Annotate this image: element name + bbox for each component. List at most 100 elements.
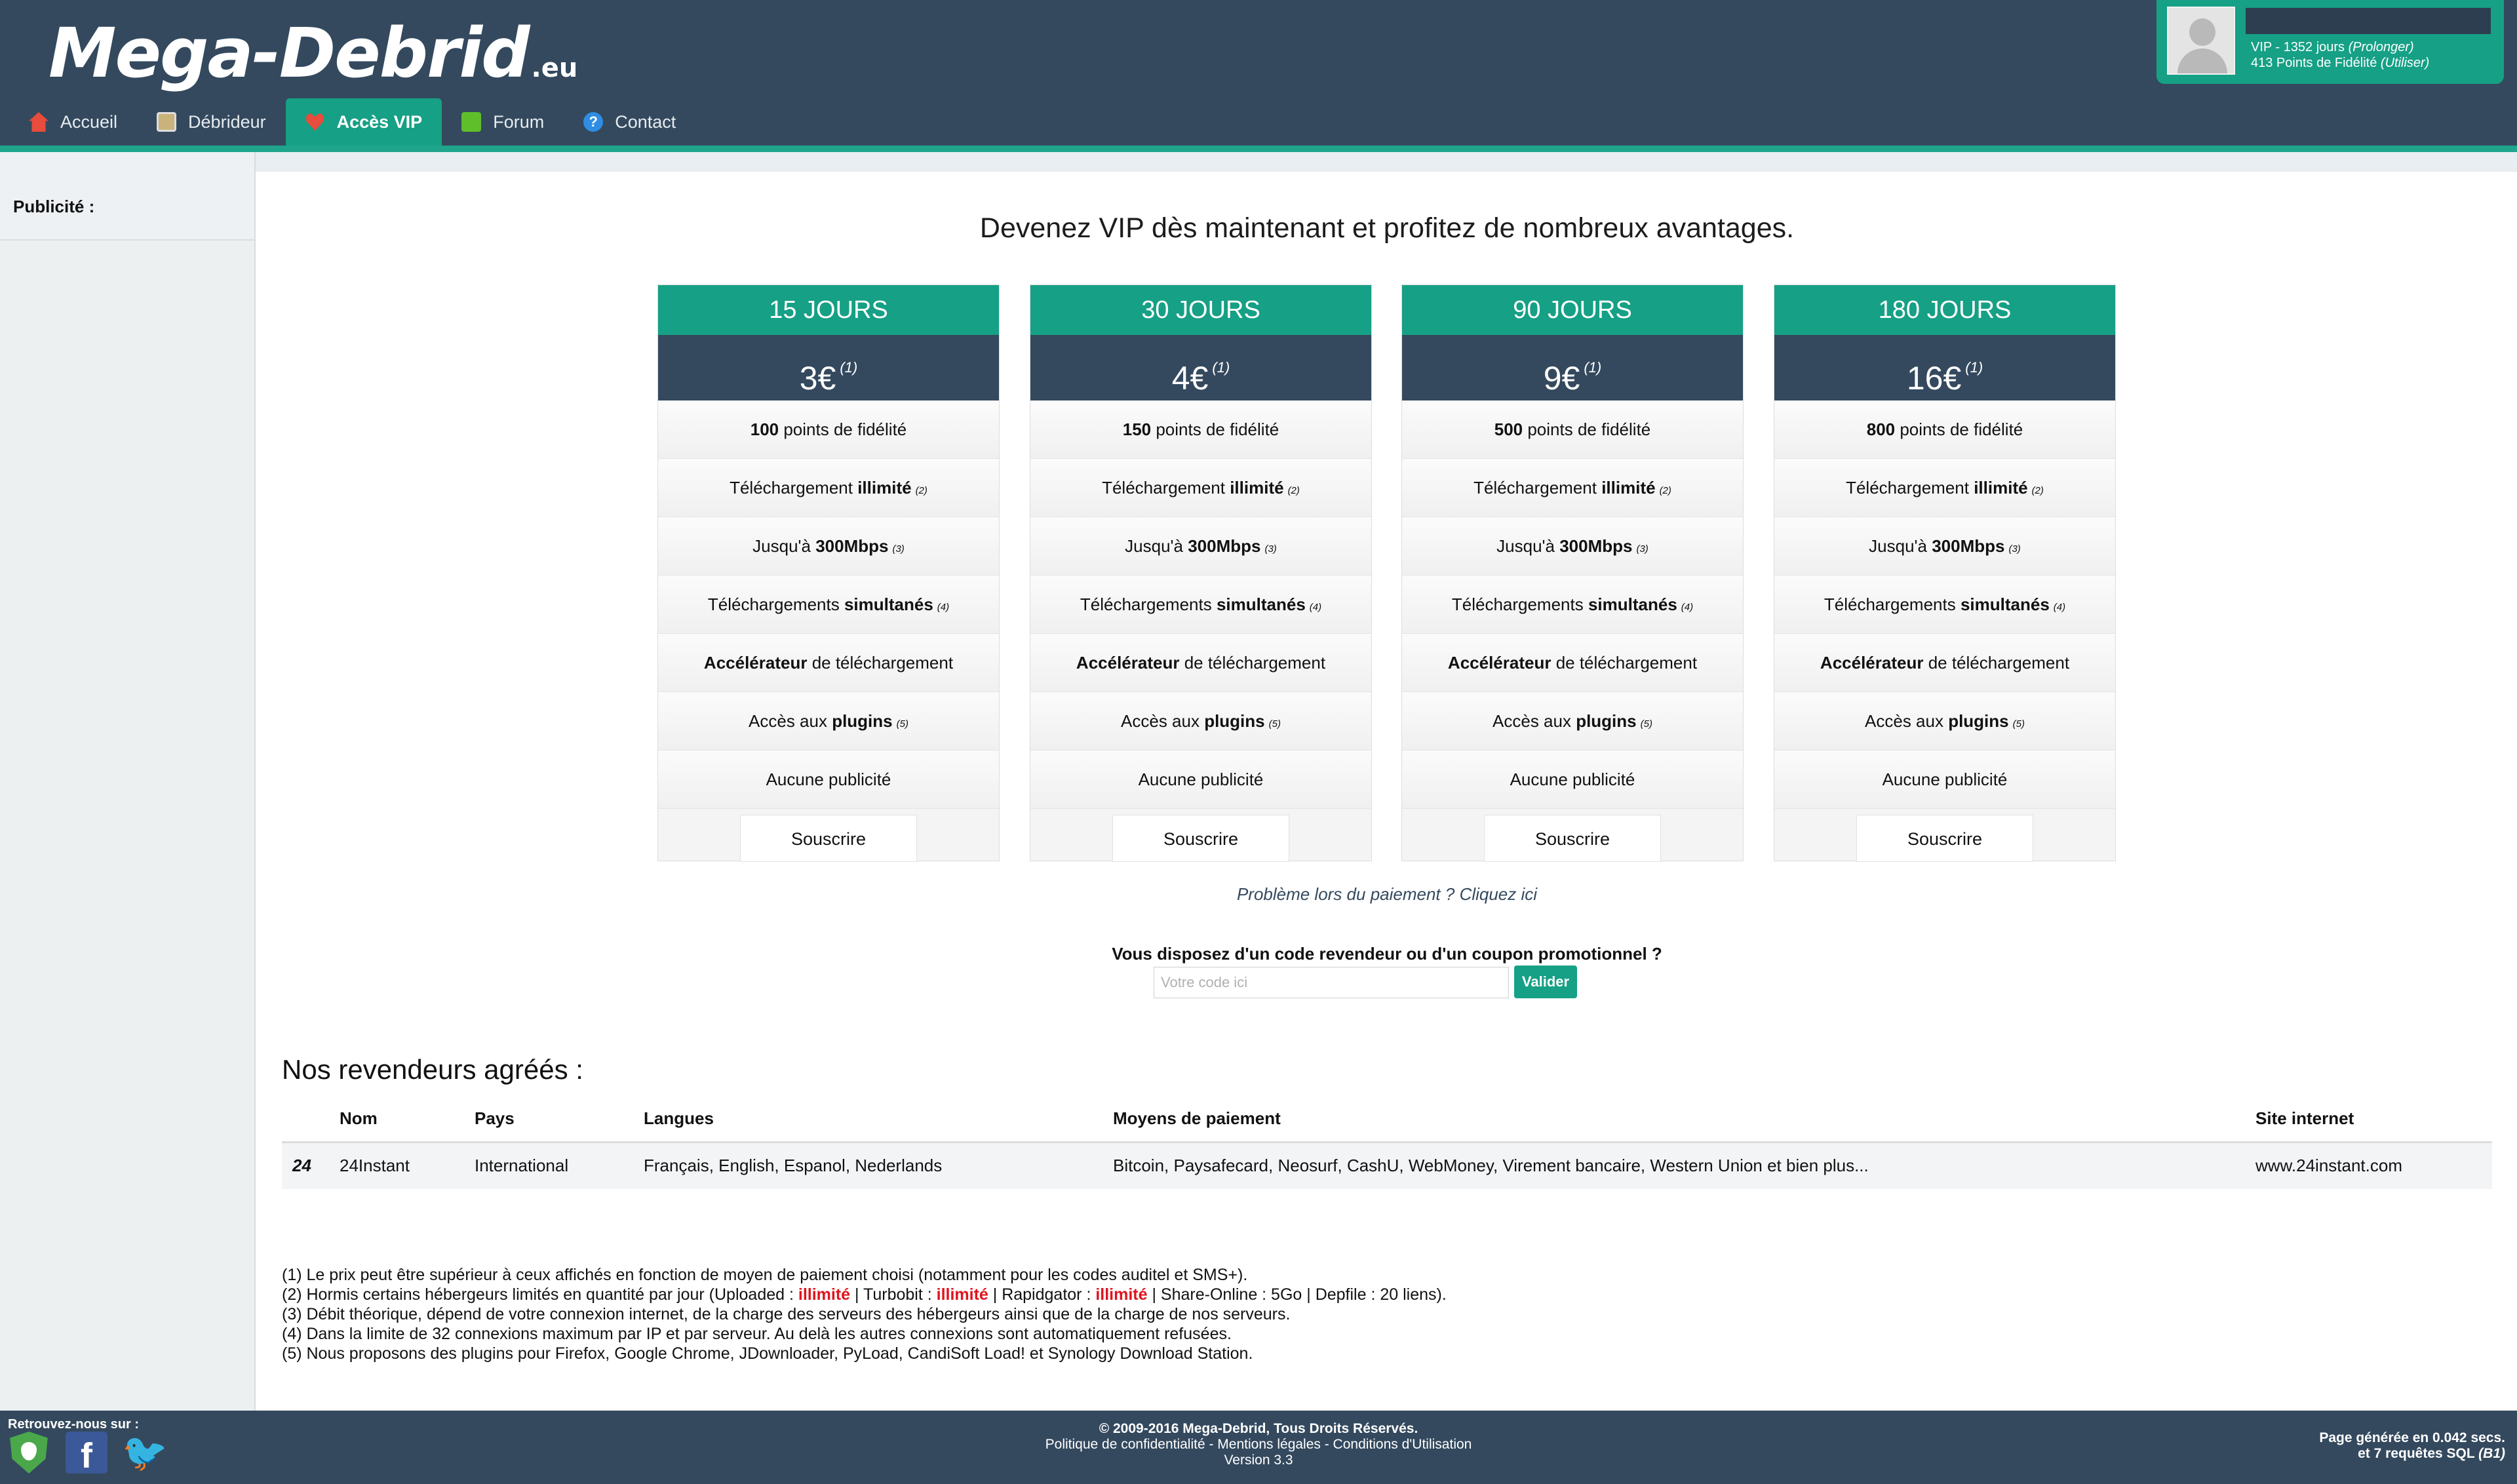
plan-card-180-days: 180 JOURS 16€ (1) 800 points de fidélité … xyxy=(1774,284,2116,862)
price-value: 16€ xyxy=(1906,360,1962,397)
points-value: 800 xyxy=(1866,420,1896,439)
footnote-text: | Turbobit : xyxy=(850,1285,937,1304)
feature-speed: Jusqu'à 300Mbps (3) xyxy=(1030,517,1371,576)
feature-bold: illimité xyxy=(1601,478,1656,498)
points-value: 150 xyxy=(1122,420,1152,439)
vip-status-line: VIP - 1352 jours (Prolonger) xyxy=(2251,39,2429,55)
subscribe-wrap: Souscrire xyxy=(1402,809,1743,868)
footnote-5: (5) Nous proposons des plugins pour Fire… xyxy=(282,1344,1253,1363)
plan-price: 4€ (1) xyxy=(1030,335,1371,400)
footnote-3: (3) Débit théorique, dépend de votre con… xyxy=(282,1305,1291,1323)
feature-points: 800 points de fidélité xyxy=(1774,400,2115,459)
subscribe-button-90[interactable]: Souscrire xyxy=(1484,815,1661,862)
main-nav: Accueil Débrideur Accès VIP Forum ? Cont… xyxy=(9,98,695,146)
feature-download: Téléchargement illimité (2) xyxy=(1774,459,2115,517)
subscribe-wrap: Souscrire xyxy=(1774,809,2115,868)
feature-points: 100 points de fidélité xyxy=(658,400,999,459)
prolonger-link[interactable]: (Prolonger) xyxy=(2349,40,2414,54)
content-top-strip xyxy=(256,152,2517,172)
main-content: Devenez VIP dès maintenant et profitez d… xyxy=(257,172,2517,1411)
feature-text: Jusqu'à xyxy=(1496,536,1560,556)
feature-text: Téléchargements xyxy=(1824,595,1961,614)
price-note: (1) xyxy=(1584,359,1602,376)
coupon-code-input[interactable] xyxy=(1154,967,1509,998)
copyright-text: © 2009-2016 Mega-Debrid, Tous Droits Rés… xyxy=(1099,1421,1418,1436)
price-note: (1) xyxy=(1212,359,1230,376)
nav-accueil[interactable]: Accueil xyxy=(9,98,137,146)
feature-accelerator: Accélérateur de téléchargement xyxy=(1774,634,2115,692)
resellers-table: Nom Pays Langues Moyens de paiement Site… xyxy=(282,1096,2492,1189)
logo-text: Mega-Debrid xyxy=(49,13,530,93)
points-count: 413 Points de Fidélité xyxy=(2251,56,2381,70)
site-logo[interactable]: Mega-Debrid .eu xyxy=(49,13,578,93)
subscribe-wrap: Souscrire xyxy=(658,809,999,868)
nav-forum[interactable]: Forum xyxy=(442,98,564,146)
resellers-title: Nos revendeurs agréés : xyxy=(282,1054,583,1085)
footer: Retrouvez-nous sur : f 🐦 © 2009-2016 Meg… xyxy=(0,1411,2517,1484)
feature-note: (2) xyxy=(1287,485,1300,496)
user-status: VIP - 1352 jours (Prolonger) 413 Points … xyxy=(2251,39,2429,71)
utiliser-link[interactable]: (Utiliser) xyxy=(2381,56,2429,70)
points-suffix: points de fidélité xyxy=(1523,420,1651,439)
validate-coupon-button[interactable]: Valider xyxy=(1514,966,1577,998)
feature-note: (4) xyxy=(1309,602,1322,613)
plan-card-15-days: 15 JOURS 3€ (1) 100 points de fidélité Té… xyxy=(657,284,1000,862)
feature-note: (3) xyxy=(2008,543,2021,555)
price-note: (1) xyxy=(1965,359,1983,376)
reseller-name: 24Instant xyxy=(340,1142,475,1189)
subscribe-button-180[interactable]: Souscrire xyxy=(1856,815,2033,862)
logo-tld: .eu xyxy=(531,53,578,83)
feature-accelerator: Accélérateur de téléchargement xyxy=(658,634,999,692)
subscribe-button-15[interactable]: Souscrire xyxy=(740,815,917,862)
footnote-text: | Share-Online : 5Go | Depfile : 20 lien… xyxy=(1147,1285,1447,1304)
avatar[interactable] xyxy=(2167,7,2235,75)
feature-text: Téléchargements xyxy=(707,595,844,614)
gen-queries: et 7 requêtes SQL (B1) xyxy=(2319,1446,2505,1462)
plan-price: 3€ (1) xyxy=(658,335,999,400)
nav-acces-vip[interactable]: Accès VIP xyxy=(285,98,442,146)
points-value: 500 xyxy=(1494,420,1523,439)
gen-queries-code: (B1) xyxy=(2478,1446,2505,1461)
feature-bold: illimité xyxy=(1974,478,2028,498)
nav-contact[interactable]: ? Contact xyxy=(564,98,695,146)
feature-download: Téléchargement illimité (2) xyxy=(1402,459,1743,517)
feature-simultaneous: Téléchargements simultanés (4) xyxy=(1030,576,1371,634)
price-value: 3€ xyxy=(799,360,836,397)
feature-note: (4) xyxy=(2053,602,2066,613)
nav-label: Contact xyxy=(615,111,676,132)
footnote-text: (2) Hormis certains hébergeurs limités e… xyxy=(282,1285,798,1304)
column-header: Site internet xyxy=(2255,1096,2492,1143)
feature-note: (2) xyxy=(2031,485,2044,496)
feature-points: 150 points de fidélité xyxy=(1030,400,1371,459)
points-value: 100 xyxy=(750,420,779,439)
subscribe-button-30[interactable]: Souscrire xyxy=(1112,815,1289,862)
nav-debrideur[interactable]: Débrideur xyxy=(137,98,286,146)
feature-note: (4) xyxy=(937,602,950,613)
feature-points: 500 points de fidélité xyxy=(1402,400,1743,459)
plan-title: 90 JOURS xyxy=(1402,285,1743,335)
feature-download: Téléchargement illimité (2) xyxy=(1030,459,1371,517)
plan-price: 9€ (1) xyxy=(1402,335,1743,400)
feature-no-ads: Aucune publicité xyxy=(1402,751,1743,809)
plan-title: 30 JOURS xyxy=(1030,285,1371,335)
points-suffix: points de fidélité xyxy=(1895,420,2023,439)
payment-problem-link[interactable]: Problème lors du paiement ? Cliquez ici xyxy=(257,884,2517,905)
feature-text: Accès aux xyxy=(1865,711,1949,731)
feature-note: (2) xyxy=(915,485,927,496)
feature-note: (3) xyxy=(1264,543,1277,555)
feature-note: (4) xyxy=(1681,602,1694,613)
nav-label: Débrideur xyxy=(188,111,266,132)
plan-card-90-days: 90 JOURS 9€ (1) 500 points de fidélité Té… xyxy=(1401,284,1744,862)
legal-links[interactable]: Politique de confidentialité - Mentions … xyxy=(0,1437,2517,1453)
feature-text: Téléchargement xyxy=(1102,478,1230,498)
feature-bold: simultanés xyxy=(1960,595,2050,614)
feature-bold: simultanés xyxy=(1216,595,1306,614)
username-bar[interactable] xyxy=(2246,8,2491,34)
feature-bold: illimité xyxy=(857,478,912,498)
column-header: Langues xyxy=(644,1096,1113,1143)
nav-label: Forum xyxy=(493,111,545,132)
reseller-site-link[interactable]: www.24instant.com xyxy=(2255,1142,2492,1189)
feature-accelerator: Accélérateur de téléchargement xyxy=(1402,634,1743,692)
user-panel: VIP - 1352 jours (Prolonger) 413 Points … xyxy=(2156,0,2504,84)
price-note: (1) xyxy=(840,359,858,376)
